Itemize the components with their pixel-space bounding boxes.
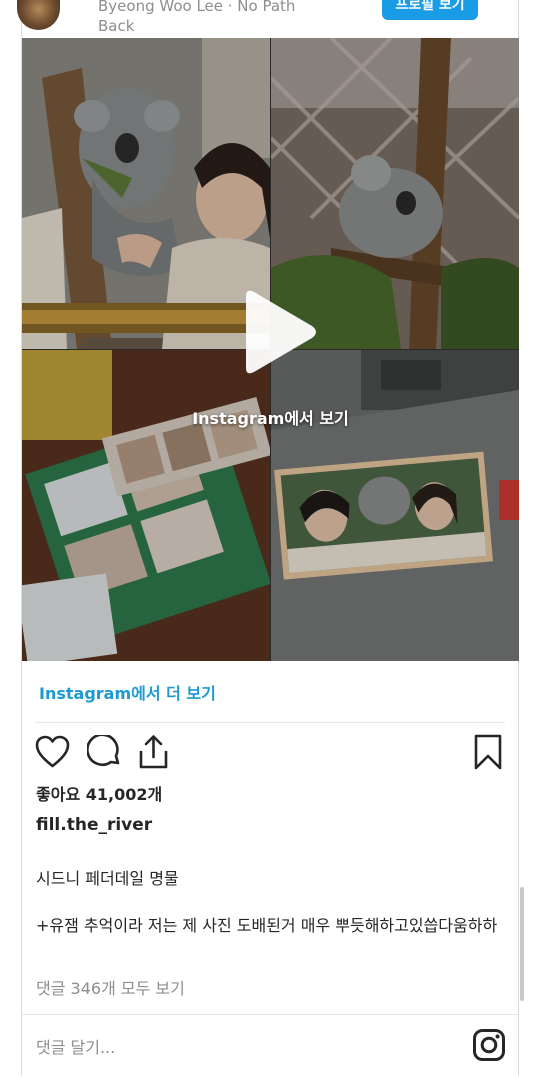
caption-line-1: 시드니 페더데일 명물 <box>36 869 179 888</box>
view-all-comments-link[interactable]: 댓글 346개 모두 보기 <box>36 975 185 999</box>
share-icon[interactable] <box>137 734 170 770</box>
instagram-logo-icon[interactable] <box>472 1028 506 1062</box>
divider <box>35 722 505 723</box>
comment-divider <box>22 1014 519 1015</box>
comment-icon[interactable] <box>87 735 122 769</box>
view-on-instagram-overlay[interactable]: Instagram에서 보기 <box>22 405 519 429</box>
bookmark-icon[interactable] <box>473 734 503 770</box>
view-profile-button[interactable]: 프로필 보기 <box>382 0 478 20</box>
heart-icon[interactable] <box>35 735 70 769</box>
view-more-on-instagram-link[interactable]: Instagram에서 더 보기 <box>39 680 216 704</box>
add-comment-field[interactable]: 댓글 달기... <box>36 1034 115 1058</box>
author-name[interactable]: Byeong Woo Lee · No Path <box>98 0 295 16</box>
post-username[interactable]: fill.the_river <box>36 815 152 835</box>
author-subtitle: Back <box>98 17 135 35</box>
scrollbar[interactable] <box>520 887 524 1001</box>
video-thumbnail[interactable]: Instagram에서 보기 <box>22 38 519 661</box>
instagram-embed-page: Byeong Woo Lee · No Path Back 프로필 보기 Ins… <box>0 0 539 1078</box>
author-info[interactable]: Byeong Woo Lee · No Path Back <box>98 0 295 36</box>
caption-line-2: +유잼 추억이라 저는 제 사진 도배된거 매우 뿌듯해하고있씁다움하하 <box>36 916 498 935</box>
likes-count[interactable]: 좋아요 41,002개 <box>36 781 162 805</box>
play-icon[interactable] <box>232 288 318 376</box>
